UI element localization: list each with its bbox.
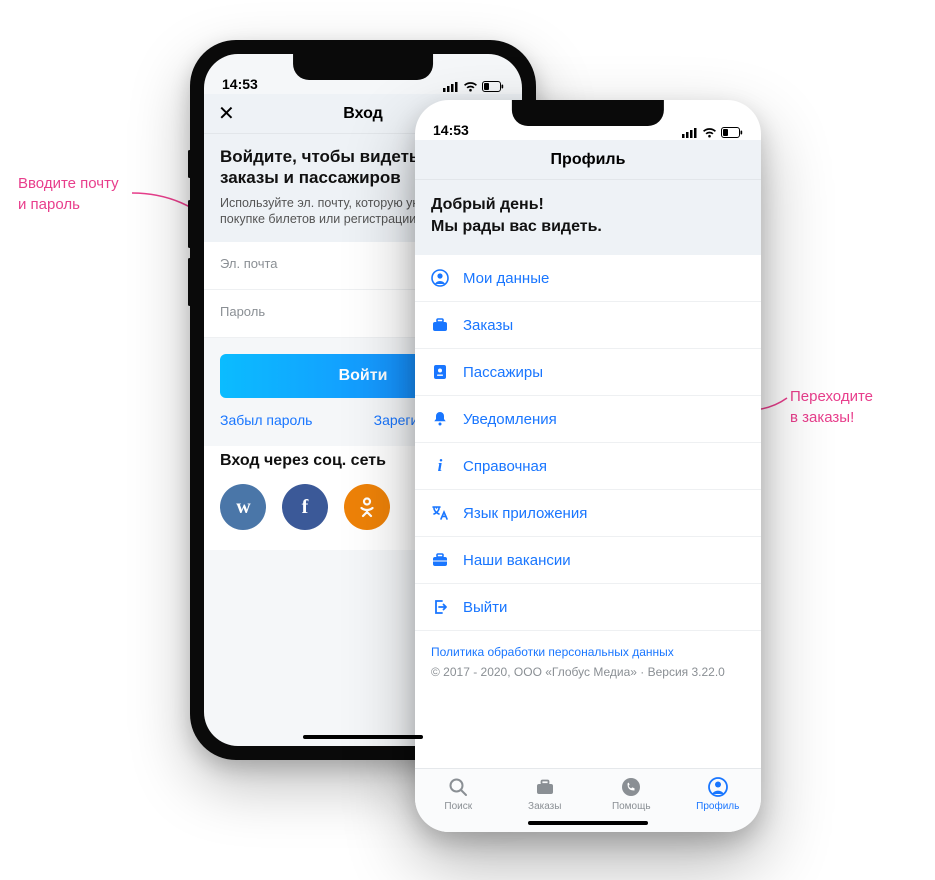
privacy-link[interactable]: Политика обработки персональных данных — [431, 645, 745, 659]
ok-button[interactable] — [344, 484, 390, 530]
menu-label: Наши вакансии — [463, 552, 571, 569]
user-icon — [707, 776, 729, 798]
menu-language[interactable]: Язык приложения — [415, 490, 761, 537]
callout-text: и пароль — [18, 194, 119, 215]
greeting-line: Добрый день! — [431, 194, 745, 216]
search-icon — [447, 776, 469, 798]
tab-help[interactable]: Помощь — [588, 769, 675, 818]
tab-orders[interactable]: Заказы — [502, 769, 589, 818]
close-button[interactable]: ✕ — [218, 101, 235, 126]
bell-icon — [431, 410, 449, 428]
briefcase-icon — [431, 316, 449, 334]
vk-button[interactable]: w — [220, 484, 266, 530]
menu-label: Справочная — [463, 458, 547, 475]
navbar-title: Профиль — [551, 151, 626, 169]
profile-menu: Мои данные Заказы Пассажиры Уведомления … — [415, 255, 761, 631]
footer: Политика обработки персональных данных ©… — [415, 631, 761, 683]
ok-icon — [357, 495, 377, 519]
menu-logout[interactable]: Выйти — [415, 584, 761, 631]
home-indicator — [303, 735, 423, 739]
menu-label: Пассажиры — [463, 364, 543, 381]
tab-search[interactable]: Поиск — [415, 769, 502, 818]
battery-icon — [721, 127, 743, 138]
status-icons — [682, 127, 743, 138]
translate-icon — [431, 504, 449, 522]
user-icon — [431, 269, 449, 287]
copyright: © 2017 - 2020, ООО «Глобус Медиа» · Верс… — [431, 665, 745, 679]
signal-icon — [443, 82, 459, 92]
jobs-icon — [431, 551, 449, 569]
greeting: Добрый день! Мы рады вас видеть. — [415, 180, 761, 255]
info-icon: i — [431, 457, 449, 475]
menu-passengers[interactable]: Пассажиры — [415, 349, 761, 396]
briefcase-icon — [534, 776, 556, 798]
facebook-button[interactable]: f — [282, 484, 328, 530]
menu-jobs[interactable]: Наши вакансии — [415, 537, 761, 584]
forgot-password-link[interactable]: Забыл пароль — [220, 412, 312, 428]
menu-label: Мои данные — [463, 270, 549, 287]
notch — [293, 54, 433, 80]
tab-profile[interactable]: Профиль — [675, 769, 762, 818]
wifi-icon — [463, 81, 478, 92]
navbar-title: Вход — [343, 105, 383, 123]
tab-label: Поиск — [444, 801, 472, 812]
wifi-icon — [702, 127, 717, 138]
menu-label: Уведомления — [463, 411, 557, 428]
notch — [512, 100, 664, 126]
navbar-profile: Профиль — [415, 140, 761, 180]
greeting-line: Мы рады вас видеть. — [431, 216, 745, 238]
signal-icon — [682, 128, 698, 138]
menu-my-data[interactable]: Мои данные — [415, 255, 761, 302]
menu-notifications[interactable]: Уведомления — [415, 396, 761, 443]
device-profile: 14:53 Профиль Добрый день! Мы рады вас в… — [415, 100, 761, 832]
battery-icon — [482, 81, 504, 92]
menu-orders[interactable]: Заказы — [415, 302, 761, 349]
menu-help[interactable]: i Справочная — [415, 443, 761, 490]
tab-label: Профиль — [696, 801, 739, 812]
tab-label: Заказы — [528, 801, 561, 812]
passport-icon — [431, 363, 449, 381]
callout-text: Переходите — [790, 386, 873, 407]
callout-left: Вводите почту и пароль — [18, 173, 119, 215]
callout-right: Переходите в заказы! — [790, 386, 873, 428]
callout-text: Вводите почту — [18, 173, 119, 194]
status-icons — [443, 81, 504, 92]
status-time: 14:53 — [433, 122, 469, 138]
phone-icon — [620, 776, 642, 798]
callout-text: в заказы! — [790, 407, 873, 428]
menu-label: Язык приложения — [463, 505, 587, 522]
menu-label: Заказы — [463, 317, 513, 334]
logout-icon — [431, 598, 449, 616]
home-indicator — [528, 821, 648, 825]
status-time: 14:53 — [222, 76, 258, 92]
menu-label: Выйти — [463, 599, 507, 616]
tab-label: Помощь — [612, 801, 651, 812]
